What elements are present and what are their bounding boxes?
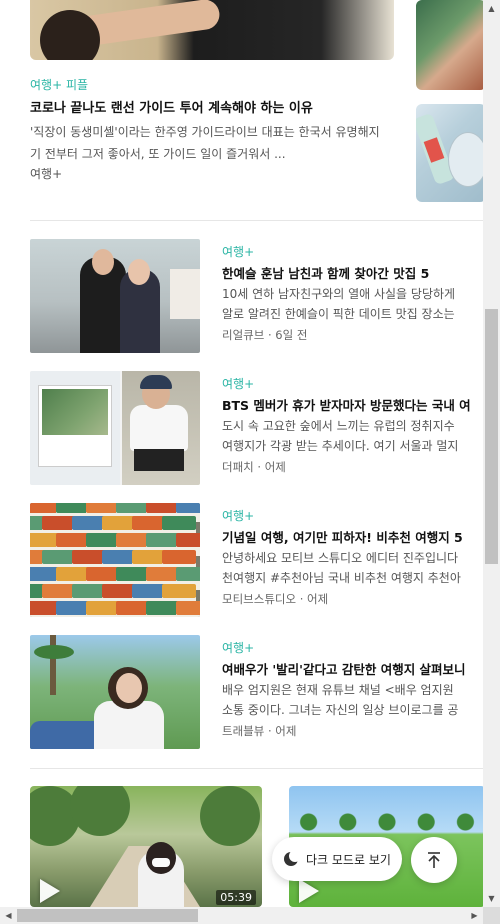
play-icon[interactable] (299, 879, 319, 903)
article-category: 여행+ (222, 245, 255, 259)
description-line: 알로 알려진 한예슬이 픽한 데이트 맛집 장소는 (222, 307, 455, 321)
description-line: 소통 중이다. 그녀는 자신의 일상 브이로그를 공 (222, 703, 459, 717)
article-description[interactable]: 안녕하세요 모티브 스튜디오 에디터 진주입니다 천여행지 #추천아님 국내 비… (222, 548, 483, 588)
article-source: 더패치 (222, 460, 254, 474)
article-description[interactable]: 10세 연하 남자친구와의 열애 사실을 당당하게 알로 알려진 한예슬이 픽한… (222, 284, 483, 324)
divider (30, 220, 483, 221)
featured-description[interactable]: '직장이 동생미셸'이라는 한주영 가이드라이브 대표는 한국서 유명해지기 전… (30, 121, 390, 165)
article-source: 모티브스튜디오 (222, 592, 297, 606)
article-description[interactable]: 배우 엄지원은 현재 유튜브 채널 <배우 엄지원 소통 중이다. 그녀는 자신… (222, 680, 483, 720)
scroll-down-arrow-icon[interactable]: ▼ (483, 890, 500, 907)
article-time: 6일 전 (275, 328, 308, 342)
article-thumbnail[interactable] (30, 239, 200, 353)
article-thumbnail[interactable] (30, 503, 200, 617)
article-item[interactable]: 여행+ 여배우가 '발리'같다고 감탄한 여행지 살펴보니 배우 엄지원은 현재… (30, 635, 483, 749)
article-title[interactable]: BTS 멤버가 휴가 받자마자 방문했다는 국내 여 (222, 395, 483, 414)
article-category: 여행+ (222, 641, 255, 655)
article-source: 트래블뷰 (222, 724, 265, 738)
article-title[interactable]: 기념일 여행, 여기만 피하자! 비추천 여행지 5 (222, 527, 483, 546)
horizontal-scrollbar[interactable]: ◀ ▶ (0, 907, 483, 924)
article-source: 리얼큐브 (222, 328, 265, 342)
meta-separator: · (264, 328, 276, 342)
featured-title[interactable]: 코로나 끝나도 랜선 가이드 투어 계속해야 하는 이유 (30, 97, 400, 116)
article-thumbnail[interactable] (30, 635, 200, 749)
article-thumbnail[interactable] (30, 371, 200, 485)
article-title[interactable]: 여배우가 '발리'같다고 감탄한 여행지 살펴보니 (222, 659, 483, 678)
divider (30, 768, 483, 769)
scrollbar-corner (483, 907, 500, 924)
article-meta: 모티브스튜디오 · 어제 (222, 591, 328, 607)
scroll-right-arrow-icon[interactable]: ▶ (466, 907, 483, 924)
side-thumbnail-bottom[interactable] (416, 104, 483, 202)
article-time: 어제 (264, 460, 286, 474)
featured-image[interactable] (30, 0, 394, 60)
article-title[interactable]: 한예슬 훈남 남친과 함께 찾아간 맛집 5 (222, 263, 483, 282)
arrow-up-icon (428, 852, 440, 868)
description-line: 여행지가 각광 받는 추세이다. 여기 서울과 멀지 (222, 439, 459, 453)
side-thumbnail-top[interactable] (416, 0, 483, 90)
description-line: 10세 연하 남자친구와의 열애 사실을 당당하게 (222, 287, 456, 301)
moon-icon (284, 850, 301, 866)
description-line: 안녕하세요 모티브 스튜디오 에디터 진주입니다 (222, 551, 459, 565)
article-item[interactable]: 여행+ 한예슬 훈남 남친과 함께 찾아간 맛집 5 10세 연하 남자친구와의… (30, 239, 483, 353)
scroll-left-arrow-icon[interactable]: ◀ (0, 907, 17, 924)
description-line: 천여행지 #추천아님 국내 비추천 여행지 추천아 (222, 571, 461, 585)
article-category: 여행+ (222, 509, 255, 523)
content-viewport: 여행+ 피플 코로나 끝나도 랜선 가이드 투어 계속해야 하는 이유 '직장이… (0, 0, 483, 907)
video-card[interactable]: 05:39 (30, 786, 262, 907)
article-time: 어제 (307, 592, 329, 606)
featured-category[interactable]: 여행+ 피플 (30, 76, 88, 93)
horizontal-scroll-thumb[interactable] (17, 909, 198, 922)
article-description[interactable]: 도시 속 고요한 숲에서 느끼는 유럽의 정취지수 여행지가 각광 받는 추세이… (222, 416, 483, 456)
meta-separator: · (296, 592, 308, 606)
article-item[interactable]: 여행+ 기념일 여행, 여기만 피하자! 비추천 여행지 5 안녕하세요 모티브… (30, 503, 483, 617)
article-meta: 더패치 · 어제 (222, 459, 286, 475)
play-icon[interactable] (40, 879, 60, 903)
meta-separator: · (264, 724, 276, 738)
meta-separator: · (253, 460, 265, 474)
scroll-to-top-button[interactable] (411, 837, 457, 883)
article-category: 여행+ (222, 377, 255, 391)
vertical-scroll-thumb[interactable] (485, 309, 498, 564)
dark-mode-button[interactable]: 다크 모드로 보기 (272, 837, 402, 881)
scroll-up-arrow-icon[interactable]: ▲ (483, 0, 500, 17)
dark-mode-label: 다크 모드로 보기 (306, 852, 391, 867)
article-meta: 리얼큐브 · 6일 전 (222, 327, 307, 343)
article-meta: 트래블뷰 · 어제 (222, 723, 296, 739)
video-duration: 05:39 (216, 890, 256, 905)
description-line: 도시 속 고요한 숲에서 느끼는 유럽의 정취지수 (222, 419, 455, 433)
article-item[interactable]: 여행+ BTS 멤버가 휴가 받자마자 방문했다는 국내 여 도시 속 고요한 … (30, 371, 483, 485)
description-line: 배우 엄지원은 현재 유튜브 채널 <배우 엄지원 (222, 683, 454, 697)
featured-source: 여행+ (30, 167, 63, 181)
vertical-scrollbar[interactable]: ▲ ▼ (483, 0, 500, 907)
article-time: 어제 (275, 724, 297, 738)
